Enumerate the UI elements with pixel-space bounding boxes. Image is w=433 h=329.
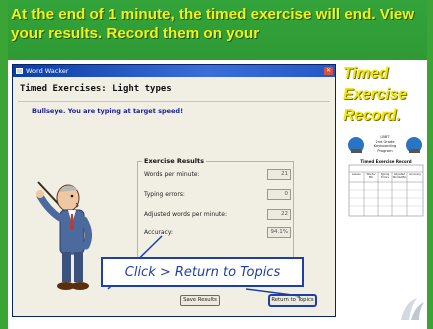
callout-box: Click > Return to Topics [101, 257, 304, 287]
record-title: Timed Exercise Record [360, 159, 412, 164]
record-col: Typing Errors [380, 173, 390, 179]
callout-text: Click > Return to Topics [124, 264, 281, 280]
record-header-4: Program [377, 148, 393, 153]
record-col: Adjusted Words/Min [392, 173, 407, 179]
record-col: Words/ Min [366, 173, 376, 179]
record-col: Accuracy [409, 173, 421, 176]
slide: At the end of 1 minute, the timed exerci… [0, 0, 433, 329]
record-col: Lesson [352, 173, 361, 176]
timed-exercise-record-card: LBBT 2nd Grade Keyboarding Program Timed… [345, 134, 425, 218]
brand-logo-icon [401, 298, 424, 320]
